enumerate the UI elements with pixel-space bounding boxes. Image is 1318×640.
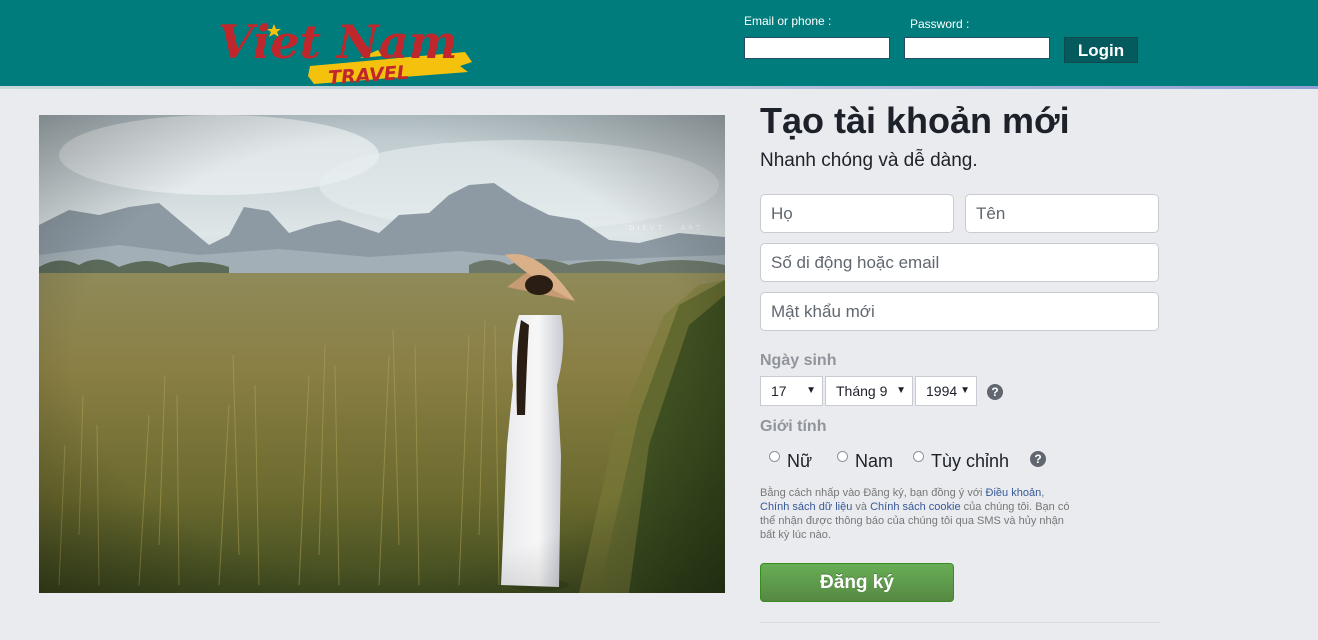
page-subtitle: Nhanh chóng và dễ dàng. (760, 150, 978, 171)
email-label: Email or phone : (744, 14, 832, 28)
last-name-input[interactable]: Tên (965, 194, 1159, 233)
first-name-input[interactable]: Họ (760, 194, 954, 233)
birthday-day-select[interactable]: 17 ▼ (760, 376, 823, 406)
chevron-down-icon: ▼ (896, 385, 906, 396)
gender-help-icon[interactable]: ? (1030, 451, 1046, 467)
chevron-down-icon: ▼ (806, 385, 816, 396)
gender-male-label[interactable]: Nam (855, 451, 893, 472)
logo-sub-text: TRAVEL (328, 62, 410, 88)
data-policy-link[interactable]: Chính sách dữ liệu (760, 501, 852, 513)
birthday-day-value: 17 (771, 383, 787, 399)
gender-custom-radio[interactable] (913, 451, 924, 462)
header-shadow (0, 86, 1318, 89)
birthday-month-value: Tháng 9 (836, 383, 888, 399)
chevron-down-icon: ▼ (960, 385, 970, 396)
gender-female-radio[interactable] (769, 451, 780, 462)
birthday-help-icon[interactable]: ? (987, 384, 1003, 400)
gender-female-label[interactable]: Nữ (787, 451, 812, 472)
birthday-label: Ngày sinh (760, 352, 837, 369)
email-input[interactable] (744, 37, 890, 59)
gender-label: Giới tính (760, 418, 827, 435)
top-navbar: Viet Nam TRAVEL Email or phone : Passwor… (0, 0, 1318, 88)
birthday-year-select[interactable]: 1994 ▼ (915, 376, 977, 406)
gender-male-radio[interactable] (837, 451, 848, 462)
gender-custom-label[interactable]: Tùy chỉnh (931, 451, 1009, 472)
terms-text: Bằng cách nhấp vào Đăng ký, bạn đồng ý v… (760, 487, 1070, 541)
terms-link[interactable]: Điều khoản (986, 487, 1042, 499)
password-input[interactable] (904, 37, 1050, 59)
birthday-month-select[interactable]: Tháng 9 ▼ (825, 376, 913, 406)
cookie-policy-link[interactable]: Chính sách cookie (870, 501, 961, 513)
divider (760, 622, 1160, 623)
viet-nam-travel-logo[interactable]: Viet Nam TRAVEL (210, 2, 480, 88)
login-button[interactable]: Login (1064, 37, 1138, 63)
new-password-input[interactable]: Mật khẩu mới (760, 292, 1159, 331)
logo-main-text: Viet Nam (218, 15, 457, 69)
hero-image: DIEVT · ART (39, 115, 725, 593)
birthday-year-value: 1994 (926, 383, 958, 399)
page-title: Tạo tài khoản mới (760, 100, 1070, 141)
signup-button[interactable]: Đăng ký (760, 563, 954, 602)
password-label: Password : (910, 17, 970, 31)
contact-input[interactable]: Số di động hoặc email (760, 243, 1159, 282)
